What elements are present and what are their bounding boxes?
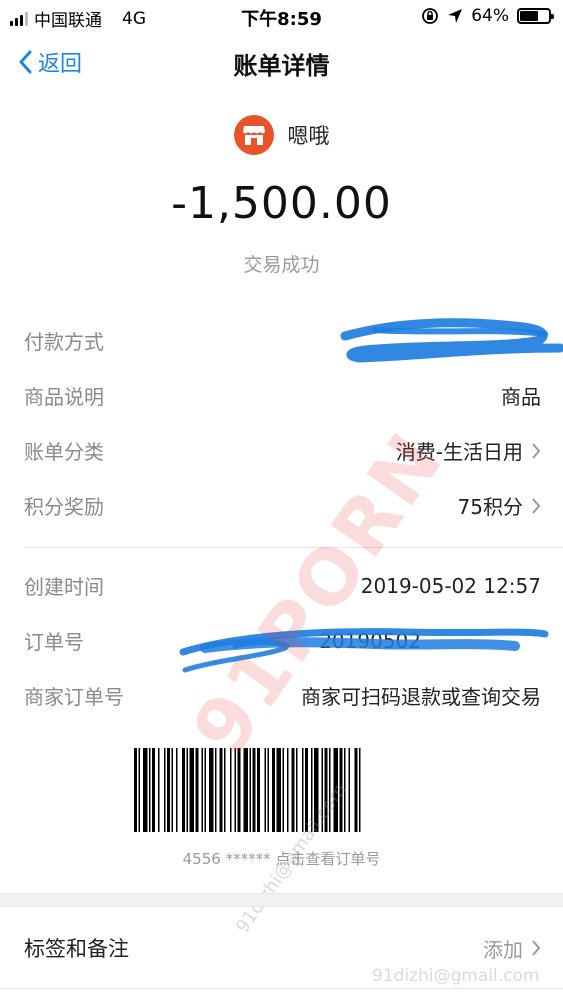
barcode-bar (354, 748, 358, 832)
barcode-bar (348, 748, 350, 832)
barcode-bar (276, 748, 281, 832)
row-value: 商品 (501, 385, 541, 409)
status-bar: 中国联通 4G 下午8:59 64% (0, 0, 563, 34)
divider (24, 547, 563, 548)
row-value-wrap: 75积分 (458, 491, 541, 520)
barcode-bar (204, 748, 206, 832)
barcode-bar (311, 748, 313, 832)
barcode-bar (272, 748, 275, 832)
barcode-bar (243, 748, 248, 832)
barcode-bar (182, 748, 185, 832)
barcode-bar (152, 748, 155, 832)
barcode-bar (134, 748, 137, 832)
barcode-bar (189, 748, 194, 832)
barcode-bar (291, 748, 295, 832)
page-title: 账单详情 (233, 52, 330, 80)
row-label: 商家订单号 (24, 685, 124, 709)
barcode-bar (314, 748, 319, 832)
barcode-bar (209, 748, 214, 832)
store-icon (233, 115, 274, 155)
barcode-bar (224, 748, 226, 832)
barcode-bar (195, 748, 199, 832)
barcode-bar (138, 748, 140, 832)
battery-icon (517, 8, 554, 24)
tags-action-wrap: 添加 (483, 934, 541, 963)
barcode-bar (164, 748, 166, 832)
merchant-header: 嗯哦 (0, 115, 563, 155)
barcode-bar (324, 748, 328, 832)
barcode-bar (186, 748, 188, 832)
amount: -1,500.00 (171, 178, 392, 229)
barcode-bar (230, 748, 232, 832)
barcode-bar (302, 748, 304, 832)
row-label: 账单分类 (24, 440, 104, 464)
row-order-number: 订单号 20190502 (0, 613, 563, 668)
barcode-bar (333, 748, 338, 832)
battery-fill (520, 11, 538, 21)
row-label: 订单号 (24, 630, 84, 654)
barcode-bar (296, 748, 298, 832)
row-value: 20190502 (319, 628, 421, 653)
chevron-right-icon (532, 497, 541, 514)
barcode-bar (287, 748, 289, 832)
barcode-bar (252, 748, 256, 832)
row-payment-method[interactable]: 付款方式 (0, 313, 563, 368)
location-icon (448, 9, 463, 23)
barcode-bar (219, 748, 223, 832)
barcode-bar (282, 748, 284, 832)
battery-percent: 64% (471, 6, 509, 26)
barcode-bar (264, 748, 266, 832)
merchant-name: 嗯哦 (287, 124, 330, 148)
row-label: 创建时间 (24, 575, 104, 599)
barcode-bar (171, 748, 173, 832)
row-value: 75积分 (457, 495, 523, 519)
status-right: 64% (421, 6, 554, 26)
row-created-time: 创建时间 2019-05-02 12:57 (0, 558, 563, 613)
barcode-bar (234, 748, 236, 832)
transaction-status: 交易成功 (243, 254, 320, 276)
barcode-bar (329, 748, 331, 832)
barcode-bar (167, 748, 170, 832)
barcode-caption[interactable]: 4556 ****** 点击查看订单号 (0, 848, 563, 869)
add-tag-label: 添加 (483, 937, 523, 962)
detail-group-2: 创建时间 2019-05-02 12:57 订单号 20190502 商家订单号… (0, 558, 563, 723)
barcode-bar (201, 748, 203, 832)
barcode-bar (257, 748, 260, 832)
barcode-bar (249, 748, 251, 832)
barcode-bar (176, 748, 178, 832)
rotation-lock-icon (422, 8, 439, 24)
barcode-bar (267, 748, 269, 832)
row-points[interactable]: 积分奖励 75积分 (0, 478, 563, 533)
tags-label: 标签和备注 (24, 937, 129, 961)
barcode-bar (344, 748, 346, 832)
barcode-bar (149, 748, 151, 832)
row-value-wrap: 消费-生活日用 (396, 436, 541, 465)
tags-and-notes-row[interactable]: 标签和备注 添加 (0, 920, 563, 976)
navigation-bar: 返回 账单详情 (0, 34, 563, 94)
barcode-bar (158, 748, 160, 832)
row-merchant-order: 商家订单号 商家可扫码退款或查询交易 (0, 668, 563, 723)
row-value: 商家可扫码退款或查询交易 (301, 685, 541, 709)
barcode-bar (321, 748, 323, 832)
barcode-bar (359, 748, 361, 832)
detail-group-1: 付款方式 商品说明 商品 账单分类 消费-生活日用 积分奖励 75积分 (0, 313, 563, 533)
row-label: 商品说明 (24, 385, 104, 409)
row-product-desc: 商品说明 商品 (0, 368, 563, 423)
row-value: 消费-生活日用 (395, 440, 523, 464)
barcode-bar (339, 748, 343, 832)
row-value: 2019-05-02 12:57 (360, 573, 541, 598)
row-label: 付款方式 (24, 330, 104, 354)
section-gap (0, 893, 563, 907)
chevron-right-icon (532, 442, 541, 459)
barcode-bar (305, 748, 308, 832)
barcode-bar (215, 748, 217, 832)
barcode[interactable] (134, 748, 430, 832)
divider (0, 988, 563, 989)
barcode-bar (143, 748, 148, 832)
chevron-right-icon (532, 940, 541, 956)
row-bill-category[interactable]: 账单分类 消费-生活日用 (0, 423, 563, 478)
row-label: 积分奖励 (24, 495, 104, 519)
barcode-bar (237, 748, 241, 832)
